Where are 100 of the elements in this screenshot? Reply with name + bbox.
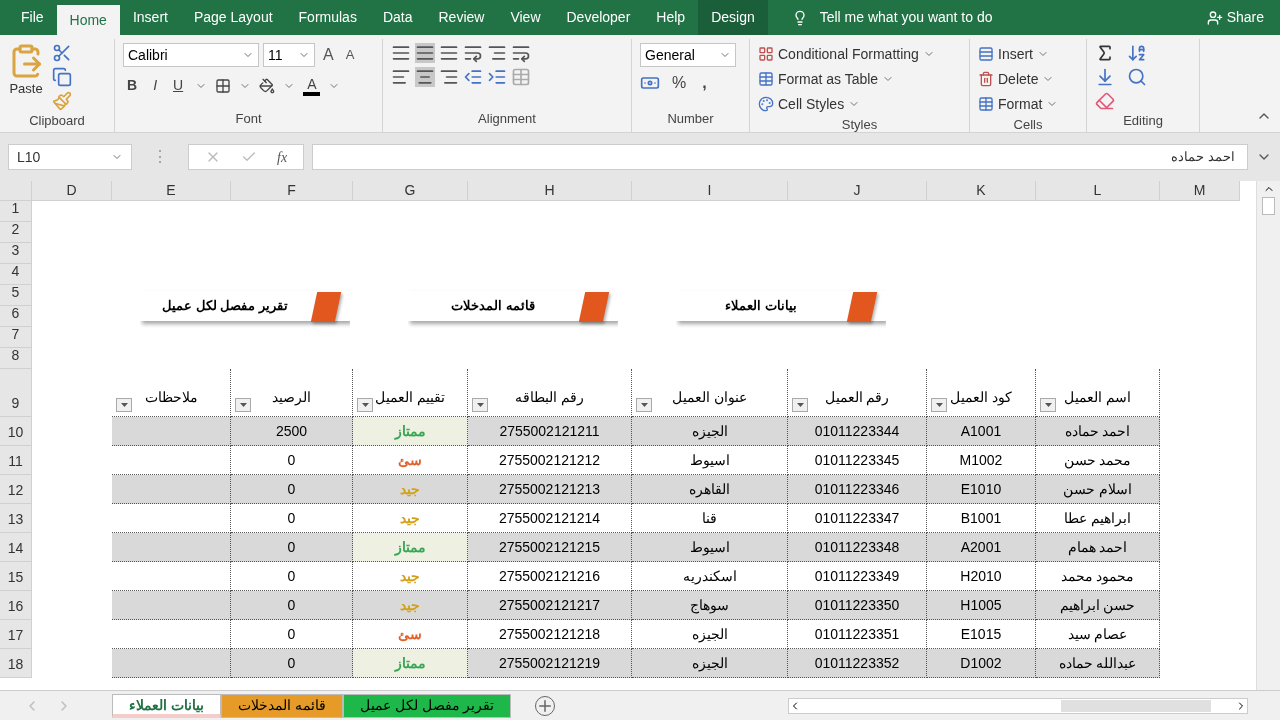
column-header[interactable]: I bbox=[632, 181, 788, 201]
row-header[interactable]: 16 bbox=[0, 591, 32, 620]
cells-button[interactable]: Delete bbox=[978, 68, 1059, 90]
percent-button[interactable]: % bbox=[668, 71, 691, 95]
sheet-tab[interactable]: تقرير مفصل لكل عميل bbox=[342, 693, 512, 718]
filter-dropdown-icon[interactable] bbox=[116, 398, 132, 412]
eraser-icon[interactable] bbox=[1095, 91, 1115, 111]
column-header[interactable]: L bbox=[1036, 181, 1160, 201]
row-header[interactable]: 13 bbox=[0, 504, 32, 533]
share-button[interactable]: Share bbox=[1206, 7, 1264, 28]
filter-dropdown-icon[interactable] bbox=[235, 398, 251, 412]
column-header[interactable]: K bbox=[927, 181, 1036, 201]
ribbon-tab[interactable]: Home bbox=[56, 5, 120, 35]
top-align-icon[interactable] bbox=[391, 43, 411, 63]
align-right-icon[interactable] bbox=[439, 67, 459, 87]
formula-field[interactable]: احمد حماده bbox=[312, 144, 1248, 170]
font-color-button[interactable]: A bbox=[303, 75, 321, 96]
table-cell: 2755002121216 bbox=[468, 562, 632, 591]
font-size-field[interactable]: 11 bbox=[263, 43, 315, 67]
copy-icon[interactable] bbox=[52, 67, 72, 87]
cut-icon[interactable] bbox=[52, 43, 72, 63]
row-header[interactable]: 7 bbox=[0, 327, 32, 348]
font-name-field[interactable]: Calibri bbox=[123, 43, 259, 67]
bold-button[interactable]: B bbox=[123, 75, 142, 96]
row-header[interactable]: 10 bbox=[0, 417, 32, 446]
ribbon-tab[interactable]: Data bbox=[369, 0, 426, 35]
search-icon[interactable] bbox=[1127, 67, 1147, 87]
column-header[interactable]: E bbox=[112, 181, 231, 201]
ribbon-tab[interactable]: File bbox=[8, 0, 57, 35]
ribbon-tab[interactable]: View bbox=[497, 0, 554, 35]
column-header[interactable]: F bbox=[231, 181, 353, 201]
cells-button[interactable]: Insert bbox=[978, 43, 1059, 65]
middle-align-icon[interactable] bbox=[415, 43, 435, 63]
sheet-tab[interactable]: بيانات العملاء bbox=[112, 693, 221, 718]
fill-color-icon[interactable] bbox=[259, 77, 276, 94]
insert-function-button[interactable]: fx bbox=[277, 146, 288, 168]
comma-button[interactable]: , bbox=[698, 71, 711, 95]
row-header[interactable]: 14 bbox=[0, 533, 32, 562]
wrap-text-icon[interactable] bbox=[511, 43, 531, 63]
scroll-thumb[interactable] bbox=[1061, 699, 1211, 712]
row-header[interactable]: 12 bbox=[0, 475, 32, 504]
table-cell: محمود محمد bbox=[1036, 562, 1160, 591]
navigation-shape-button[interactable]: قائمه المدخلات bbox=[408, 291, 618, 321]
scroll-thumb[interactable] bbox=[1262, 197, 1275, 215]
row-header[interactable]: 4 bbox=[0, 264, 32, 285]
cells-button[interactable]: Format bbox=[978, 93, 1059, 115]
increase-indent-icon[interactable] bbox=[487, 67, 507, 87]
column-header[interactable]: D bbox=[32, 181, 112, 201]
ribbon-tab[interactable]: Page Layout bbox=[180, 0, 286, 35]
column-header[interactable]: J bbox=[788, 181, 927, 201]
grow-font-button[interactable]: A bbox=[319, 43, 338, 67]
ribbon-tab[interactable]: Formulas bbox=[285, 0, 370, 35]
paste-button[interactable]: Paste bbox=[8, 43, 44, 111]
filter-dropdown-icon[interactable] bbox=[636, 398, 652, 412]
row-header[interactable]: 15 bbox=[0, 562, 32, 591]
underline-button[interactable]: U bbox=[169, 75, 188, 96]
column-header[interactable]: H bbox=[468, 181, 632, 201]
row-header[interactable]: 17 bbox=[0, 620, 32, 649]
ribbon-tab[interactable]: Developer bbox=[553, 0, 644, 35]
name-box[interactable]: L10 bbox=[8, 144, 132, 170]
filter-dropdown-icon[interactable] bbox=[792, 398, 808, 412]
filter-dropdown-icon[interactable] bbox=[357, 398, 373, 412]
table-cell: 01011223351 bbox=[788, 620, 927, 649]
align-left-icon[interactable] bbox=[391, 67, 411, 87]
horizontal-scrollbar[interactable] bbox=[788, 697, 1248, 714]
navigation-shape-button[interactable]: تقرير مفصل لكل عميل bbox=[140, 291, 350, 321]
fill-icon[interactable] bbox=[1095, 67, 1115, 87]
row-header[interactable]: 6 bbox=[0, 306, 32, 327]
row-header[interactable]: 8 bbox=[0, 348, 32, 369]
number-format-field[interactable]: General bbox=[640, 43, 736, 67]
sort-icon[interactable] bbox=[1127, 43, 1147, 63]
navigation-shape-button[interactable]: بيانات العملاء bbox=[676, 291, 886, 321]
row-header[interactable]: 1 bbox=[0, 201, 32, 222]
align-center-icon[interactable] bbox=[415, 67, 435, 87]
table-cell: 01011223350 bbox=[788, 591, 927, 620]
column-header[interactable]: G bbox=[353, 181, 468, 201]
decrease-indent-icon[interactable] bbox=[463, 67, 483, 87]
tell-me-field[interactable]: Tell me what you want to do bbox=[819, 7, 993, 28]
row-header[interactable]: 5 bbox=[0, 285, 32, 306]
borders-icon[interactable] bbox=[215, 77, 232, 94]
column-header[interactable]: M bbox=[1160, 181, 1240, 201]
filter-dropdown-icon[interactable] bbox=[1040, 398, 1056, 412]
row-header[interactable]: 2 bbox=[0, 222, 32, 243]
row-header[interactable]: 9 bbox=[0, 369, 32, 417]
bottom-align-icon[interactable] bbox=[439, 43, 459, 63]
shrink-font-button[interactable]: A bbox=[341, 45, 359, 65]
row-header[interactable]: 11 bbox=[0, 446, 32, 475]
ribbon-tab[interactable]: Design bbox=[698, 0, 768, 35]
sheet-tab[interactable]: قائمه المدخلات bbox=[220, 693, 343, 718]
ribbon-tab[interactable]: Insert bbox=[119, 0, 181, 35]
styles-button[interactable]: Format as Table bbox=[758, 68, 935, 90]
italic-button[interactable]: I bbox=[149, 75, 161, 96]
filter-dropdown-icon[interactable] bbox=[931, 398, 947, 412]
row-header[interactable]: 18 bbox=[0, 649, 32, 678]
ribbon-tab[interactable]: Help bbox=[643, 0, 699, 35]
styles-button[interactable]: Cell Styles bbox=[758, 93, 935, 115]
row-header[interactable]: 3 bbox=[0, 243, 32, 264]
filter-dropdown-icon[interactable] bbox=[472, 398, 488, 412]
styles-button[interactable]: Conditional Formatting bbox=[758, 43, 935, 65]
ribbon-tab[interactable]: Review bbox=[425, 0, 498, 35]
